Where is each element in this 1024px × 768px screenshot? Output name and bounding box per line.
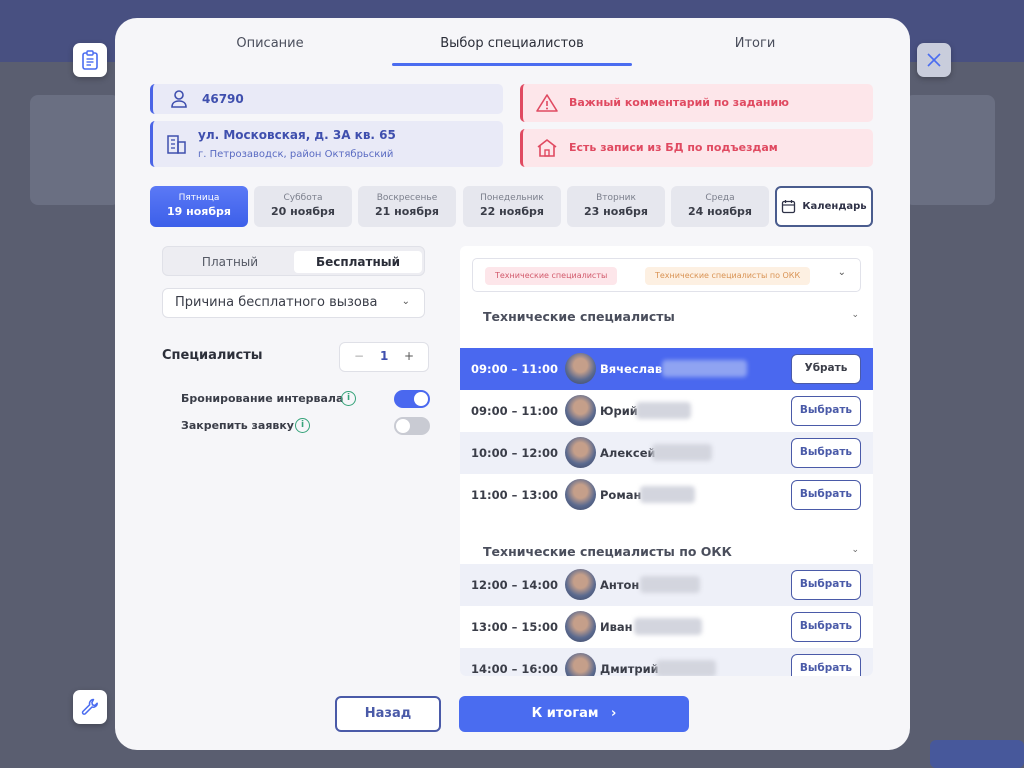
chevron-down-icon[interactable]: ⌄ bbox=[851, 310, 859, 320]
redacted-surname bbox=[656, 660, 716, 676]
wrench-icon bbox=[81, 698, 98, 715]
redacted-surname bbox=[640, 486, 695, 503]
tab-description[interactable]: Описание bbox=[215, 36, 325, 51]
group-header: Технические специалисты bbox=[483, 309, 675, 324]
schedule-row[interactable]: 09:00 – 11:00 Вячеслав Убрать bbox=[460, 348, 873, 390]
order-id: 46790 bbox=[202, 92, 244, 106]
alert-text: Есть записи из БД по подъездам bbox=[569, 141, 778, 154]
redacted-surname bbox=[640, 576, 700, 593]
avatar bbox=[565, 479, 596, 510]
home-icon bbox=[537, 139, 557, 157]
modal-dialog: Описание Выбор специалистов Итоги 46790 … bbox=[115, 18, 910, 750]
toggle-label: Бронирование интервала bbox=[181, 392, 344, 405]
important-comment-alert[interactable]: Важный комментарий по заданию bbox=[520, 84, 873, 122]
schedule-row[interactable]: 09:00 – 11:00 Юрий Выбрать bbox=[460, 390, 873, 432]
schedule-row[interactable]: 11:00 – 13:00 Роман Выбрать bbox=[460, 474, 873, 516]
specialists-stepper: − 1 + bbox=[339, 342, 429, 372]
tab-results[interactable]: Итоги bbox=[705, 36, 805, 51]
schedule-row[interactable]: 12:00 – 14:00 Антон Выбрать bbox=[460, 564, 873, 606]
payment-type-toggle: Платный Бесплатный bbox=[162, 246, 425, 276]
close-button[interactable] bbox=[917, 43, 951, 77]
info-icon[interactable]: i bbox=[295, 418, 310, 433]
select-button[interactable]: Выбрать bbox=[791, 480, 861, 510]
building-icon bbox=[167, 135, 186, 154]
calendar-label: Календарь bbox=[802, 201, 867, 212]
close-icon bbox=[927, 53, 941, 67]
pin-request-switch[interactable] bbox=[394, 417, 430, 435]
calendar-icon bbox=[782, 200, 796, 214]
background-card bbox=[905, 95, 995, 205]
tab-active-indicator bbox=[392, 63, 632, 66]
select-button[interactable]: Выбрать bbox=[791, 396, 861, 426]
clipboard-button[interactable] bbox=[73, 43, 107, 77]
warning-icon bbox=[536, 94, 558, 112]
order-id-card: 46790 bbox=[150, 84, 503, 114]
day-button[interactable]: Пятница 19 ноября bbox=[150, 186, 248, 227]
paid-option[interactable]: Платный bbox=[166, 251, 294, 273]
dropdown-value: Причина бесплатного вызова bbox=[175, 295, 378, 310]
day-button[interactable]: Понедельник 22 ноября bbox=[463, 186, 561, 227]
chevron-down-icon[interactable]: ⌄ bbox=[838, 267, 846, 278]
next-label: К итогам bbox=[531, 706, 599, 721]
address-line: ул. Московская, д. 3А кв. 65 bbox=[198, 128, 396, 142]
tab-bar: Описание Выбор специалистов Итоги bbox=[115, 18, 910, 68]
schedule-row[interactable]: 14:00 – 16:00 Дмитрий Выбрать bbox=[460, 648, 873, 676]
background-button bbox=[930, 740, 1024, 768]
to-results-button[interactable]: К итогам › bbox=[459, 696, 689, 732]
group-header: Технические специалисты по ОКК bbox=[483, 544, 732, 559]
redacted-surname bbox=[636, 402, 691, 419]
back-button[interactable]: Назад bbox=[335, 696, 441, 732]
increment-button[interactable]: + bbox=[404, 349, 414, 363]
chevron-down-icon[interactable]: ⌄ bbox=[851, 545, 859, 555]
redacted-surname bbox=[662, 360, 747, 377]
chevron-down-icon: ⌄ bbox=[401, 296, 410, 307]
chevron-right-icon: › bbox=[611, 706, 617, 721]
filter-chip[interactable]: Технические специалисты bbox=[485, 267, 618, 285]
address-card: ул. Московская, д. 3А кв. 65 г. Петрозав… bbox=[150, 121, 503, 167]
user-icon bbox=[171, 90, 187, 108]
schedule-row[interactable]: 10:00 – 12:00 Алексей Выбрать bbox=[460, 432, 873, 474]
free-reason-dropdown[interactable]: Причина бесплатного вызова ⌄ bbox=[162, 288, 425, 318]
schedule-row[interactable]: 13:00 – 15:00 Иван Выбрать bbox=[460, 606, 873, 648]
address-city: г. Петрозаводск, район Октябрьский bbox=[198, 149, 394, 160]
select-button[interactable]: Выбрать bbox=[791, 570, 861, 600]
day-button[interactable]: Суббота 20 ноября bbox=[254, 186, 352, 227]
select-button[interactable]: Выбрать bbox=[791, 438, 861, 468]
redacted-surname bbox=[634, 618, 702, 635]
calendar-button[interactable]: Календарь bbox=[775, 186, 873, 227]
day-button[interactable]: Воскресенье 21 ноября bbox=[358, 186, 456, 227]
day-button[interactable]: Вторник 23 ноября bbox=[567, 186, 665, 227]
day-button[interactable]: Среда 24 ноября bbox=[671, 186, 769, 227]
wrench-button[interactable] bbox=[73, 690, 107, 724]
background-card bbox=[30, 95, 120, 205]
specialists-panel: Технические специалисты Технические спец… bbox=[460, 246, 873, 676]
remove-button[interactable]: Убрать bbox=[791, 354, 861, 384]
select-button[interactable]: Выбрать bbox=[791, 612, 861, 642]
avatar bbox=[565, 437, 596, 468]
free-option[interactable]: Бесплатный bbox=[294, 251, 422, 273]
avatar bbox=[565, 569, 596, 600]
specialist-filter[interactable]: Технические специалисты Технические спец… bbox=[472, 258, 861, 292]
avatar bbox=[565, 353, 596, 384]
avatar bbox=[565, 611, 596, 642]
alert-text: Важный комментарий по заданию bbox=[569, 96, 789, 109]
filter-chip[interactable]: Технические специалисты по ОКК bbox=[645, 267, 811, 285]
avatar bbox=[565, 395, 596, 426]
db-entries-alert[interactable]: Есть записи из БД по подъездам bbox=[520, 129, 873, 167]
decrement-button[interactable]: − bbox=[354, 349, 364, 363]
specialists-label: Специалисты bbox=[162, 348, 263, 363]
redacted-surname bbox=[652, 444, 712, 461]
avatar bbox=[565, 653, 596, 676]
toggle-label: Закрепить заявку bbox=[181, 419, 294, 432]
select-button[interactable]: Выбрать bbox=[791, 654, 861, 676]
info-icon[interactable]: i bbox=[341, 391, 356, 406]
tab-specialists[interactable]: Выбор специалистов bbox=[422, 36, 602, 51]
booking-interval-switch[interactable] bbox=[394, 390, 430, 408]
stepper-value: 1 bbox=[380, 349, 389, 363]
clipboard-icon bbox=[82, 50, 98, 70]
